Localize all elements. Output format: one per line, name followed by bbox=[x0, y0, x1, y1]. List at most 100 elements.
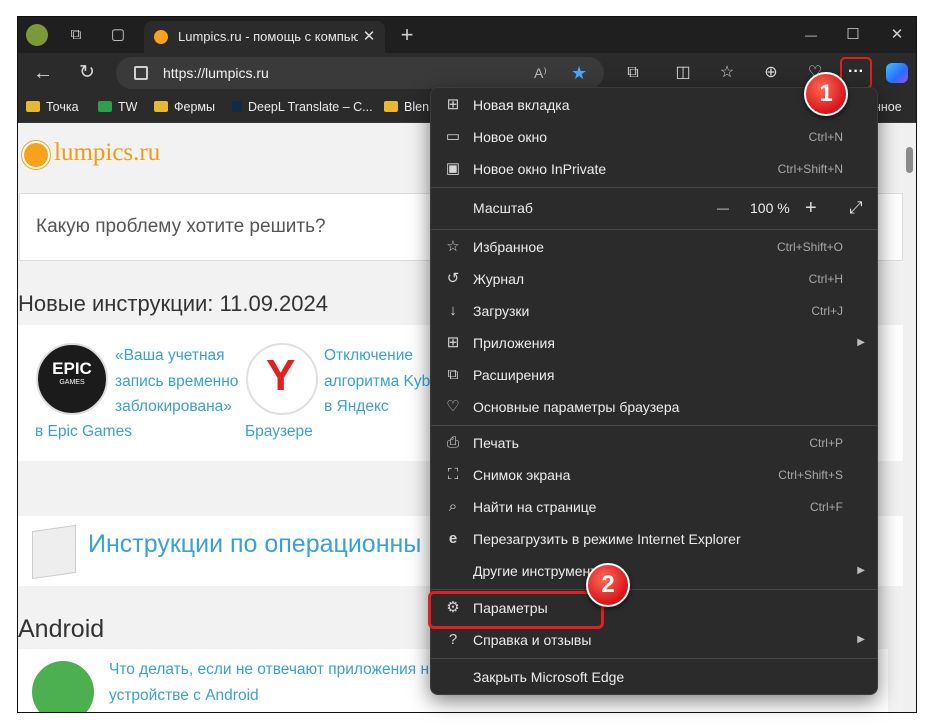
url-text[interactable]: https://lumpics.ru bbox=[163, 57, 269, 89]
article-line: «Ваша учетная bbox=[115, 347, 225, 364]
menu-item-downloads[interactable]: ↓ Загрузки Ctrl+J bbox=[431, 295, 877, 327]
workspaces-icon[interactable]: ⧉ bbox=[62, 17, 90, 53]
title-bar: ⧉ ▢ Lumpics.ru - помощь с компьюте ✕ + —… bbox=[18, 17, 916, 53]
find-icon: ⌕ bbox=[448, 498, 458, 515]
page-scrollbar[interactable] bbox=[903, 123, 916, 712]
article-line[interactable]: Браузере bbox=[245, 419, 313, 445]
chevron-right-icon: ▶ bbox=[857, 634, 865, 645]
history-icon: ↺ bbox=[446, 270, 460, 287]
menu-item-shortcut: Ctrl+F bbox=[810, 500, 843, 514]
lumpics-favicon bbox=[154, 30, 168, 44]
copilot-icon[interactable] bbox=[886, 63, 908, 83]
menu-item-new-window[interactable]: ▭ Новое окно Ctrl+N bbox=[431, 121, 877, 153]
article-link[interactable]: Отключение алгоритма Kyb в Яндекс bbox=[324, 343, 434, 420]
zoom-value: 100 % bbox=[750, 200, 790, 216]
article-line[interactable]: в Epic Games bbox=[35, 419, 132, 445]
menu-item-label: Приложения bbox=[473, 335, 555, 351]
back-icon[interactable]: ← bbox=[28, 53, 58, 93]
menu-item-ie-mode[interactable]: e Перезагрузить в режиме Internet Explor… bbox=[431, 523, 877, 555]
epic-logo-subtext: GAMES bbox=[59, 379, 85, 386]
bookmark-deepl[interactable]: DeepL Translate – C... bbox=[232, 93, 373, 122]
chevron-right-icon: ▶ bbox=[857, 565, 865, 576]
menu-item-shortcut: Ctrl+J bbox=[811, 304, 843, 318]
menu-item-apps[interactable]: ⊞ Приложения ▶ bbox=[431, 327, 877, 359]
tab-close-icon[interactable]: ✕ bbox=[359, 21, 379, 53]
bookmark-tochka[interactable]: Точка bbox=[26, 93, 79, 122]
menu-item-inprivate[interactable]: ▣ Новое окно InPrivate Ctrl+Shift+N bbox=[431, 153, 877, 185]
article-link[interactable]: «Ваша учетная запись временно заблокиров… bbox=[115, 343, 250, 420]
menu-item-shortcut: Ctrl+N bbox=[808, 130, 843, 144]
lock-icon[interactable] bbox=[134, 66, 148, 80]
menu-item-shortcut: Ctrl+Shift+O bbox=[776, 240, 843, 254]
refresh-icon[interactable]: ↻ bbox=[72, 53, 102, 93]
article-line[interactable]: Что делать, если не отвечают приложения … bbox=[109, 657, 429, 683]
downloads-icon: ↓ bbox=[449, 302, 457, 319]
menu-item-label: Избранное bbox=[473, 239, 544, 255]
menu-item-label: Печать bbox=[473, 435, 519, 451]
article-line: в Яндекс bbox=[324, 398, 389, 415]
new-tab-button[interactable]: + bbox=[393, 17, 421, 53]
yandex-browser-logo[interactable]: Y bbox=[246, 343, 318, 415]
favorites-icon: ☆ bbox=[446, 238, 460, 255]
screenshot-icon: ⛶ bbox=[447, 466, 459, 483]
menu-separator bbox=[431, 658, 877, 659]
news-heading: Новые инструкции: 11.09.2024 bbox=[18, 291, 328, 316]
menu-item-label: Новое окно InPrivate bbox=[473, 161, 607, 177]
folder-icon bbox=[384, 101, 398, 112]
bookmark-other[interactable]: нное bbox=[874, 93, 902, 122]
android-heading: Android bbox=[18, 615, 105, 643]
minimize-button[interactable]: — bbox=[796, 17, 826, 53]
menu-item-close-edge[interactable]: Закрыть Microsoft Edge bbox=[431, 661, 877, 693]
menu-item-label: Снимок экрана bbox=[473, 467, 571, 483]
menu-separator bbox=[431, 589, 877, 590]
bookmark-tw[interactable]: TW bbox=[98, 93, 137, 122]
read-aloud-icon[interactable]: A⁾ bbox=[534, 57, 547, 89]
bookmark-fermy[interactable]: Фермы bbox=[154, 93, 215, 122]
zoom-out-button[interactable]: — bbox=[717, 192, 729, 224]
step-badge-2: 2 bbox=[586, 563, 630, 607]
profile-avatar[interactable] bbox=[26, 24, 48, 46]
yandex-y-icon: Y bbox=[266, 351, 296, 400]
menu-item-label: Журнал bbox=[473, 271, 525, 287]
tab-lumpics[interactable]: Lumpics.ru - помощь с компьюте ✕ bbox=[144, 21, 385, 53]
os-section-title[interactable]: Инструкции по операционны bbox=[88, 530, 421, 559]
menu-separator bbox=[431, 229, 877, 230]
scrollbar-thumb[interactable] bbox=[906, 147, 913, 173]
zoom-in-button[interactable]: + bbox=[805, 192, 817, 224]
favorite-star-icon[interactable]: ★ bbox=[571, 57, 587, 89]
menu-item-label: Перезагрузить в режиме Internet Explorer bbox=[473, 531, 741, 547]
inprivate-icon: ▣ bbox=[445, 160, 461, 177]
fullscreen-icon[interactable]: ⤢ bbox=[849, 192, 863, 224]
menu-item-screenshot[interactable]: ⛶ Снимок экрана Ctrl+Shift+S bbox=[431, 459, 877, 491]
menu-item-label: Основные параметры браузера bbox=[473, 399, 680, 415]
menu-item-print[interactable]: ⎙ Печать Ctrl+P bbox=[431, 427, 877, 459]
menu-separator bbox=[431, 187, 877, 188]
close-button[interactable]: ✕ bbox=[882, 17, 912, 53]
address-bar[interactable]: https://lumpics.ru A⁾ ★ bbox=[116, 57, 604, 89]
zoom-label: Масштаб bbox=[473, 200, 533, 216]
print-icon: ⎙ bbox=[446, 434, 459, 451]
article-line[interactable]: устройстве с Android bbox=[109, 683, 259, 709]
tw-icon bbox=[98, 101, 112, 112]
menu-item-label: Загрузки bbox=[473, 303, 530, 319]
lumpics-logo-icon bbox=[22, 141, 50, 169]
menu-item-extensions[interactable]: ⧉ Расширения bbox=[431, 359, 877, 391]
article-line: алгоритма Kyb bbox=[324, 372, 431, 390]
menu-item-favorites[interactable]: ☆ Избранное Ctrl+Shift+O bbox=[431, 231, 877, 263]
tab-actions-icon[interactable]: ▢ bbox=[104, 17, 132, 53]
site-logo[interactable]: lumpics.ru bbox=[54, 139, 160, 167]
article-line: запись временно bbox=[115, 372, 239, 390]
epic-games-logo[interactable]: EPIC GAMES bbox=[36, 343, 108, 415]
tab-title: Lumpics.ru - помощь с компьюте bbox=[178, 29, 358, 44]
menu-item-find[interactable]: ⌕ Найти на странице Ctrl+F bbox=[431, 491, 877, 523]
ie-mode-icon: e bbox=[448, 530, 458, 547]
bookmark-blen[interactable]: Blen bbox=[384, 93, 429, 122]
menu-item-more-tools[interactable]: Другие инструменты ▶ bbox=[431, 555, 877, 587]
maximize-button[interactable]: ☐ bbox=[838, 17, 868, 53]
new-window-icon: ▭ bbox=[445, 128, 461, 145]
menu-item-browser-essentials[interactable]: ♡ Основные параметры браузера bbox=[431, 391, 877, 423]
menu-item-label: Найти на странице bbox=[473, 499, 597, 515]
menu-item-history[interactable]: ↺ Журнал Ctrl+H bbox=[431, 263, 877, 295]
menu-item-shortcut: Ctrl+H bbox=[808, 272, 843, 286]
new-tab-icon: ⊞ bbox=[446, 96, 460, 113]
